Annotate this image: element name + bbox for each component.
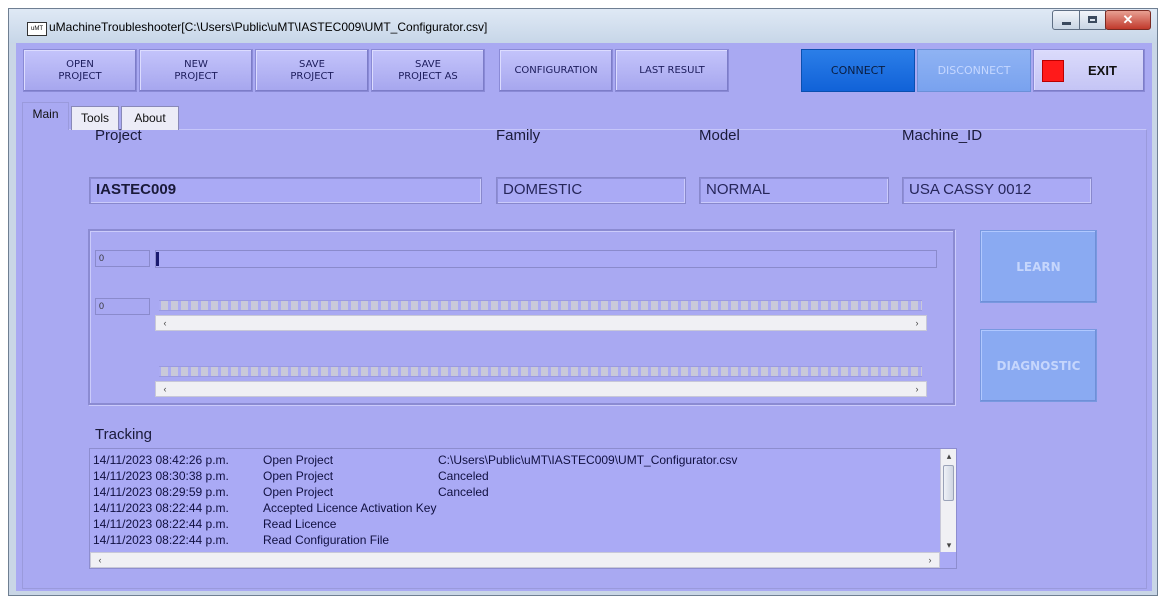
last-result-label: LAST RESULT (639, 64, 705, 76)
scroll-thumb[interactable] (943, 465, 954, 501)
log-event: Read Configuration File (263, 533, 390, 547)
configuration-button[interactable]: CONFIGURATION (499, 49, 613, 92)
model-label: Model (699, 127, 740, 144)
connect-label: CONNECT (830, 63, 886, 77)
minimize-icon (1062, 22, 1071, 25)
progress-index-field[interactable]: 0 (95, 250, 150, 267)
configuration-label: CONFIGURATION (514, 64, 598, 76)
chevron-right-icon[interactable]: › (923, 553, 937, 567)
family-label: Family (496, 127, 541, 144)
disconnect-button[interactable]: DISCONNECT (917, 49, 1031, 92)
disconnect-label: DISCONNECT (937, 63, 1011, 77)
log-event: Open Project (263, 485, 334, 499)
chevron-left-icon[interactable]: ‹ (93, 553, 107, 567)
project-field: IASTEC009 (89, 177, 482, 204)
exit-label: EXIT (1088, 62, 1117, 78)
minimize-button[interactable] (1052, 10, 1080, 30)
open-project-label: OPEN PROJECT (58, 58, 102, 82)
log-time: 14/11/2023 08:30:38 p.m. (93, 469, 229, 483)
chevron-down-icon[interactable]: ▾ (942, 538, 956, 552)
connect-button[interactable]: CONNECT (801, 49, 915, 92)
open-project-button[interactable]: OPEN PROJECT (23, 49, 137, 92)
progress-bar-fill (156, 252, 159, 266)
model-field: NORMAL (699, 177, 889, 204)
save-project-label: SAVE PROJECT (290, 58, 334, 82)
save-project-as-button[interactable]: SAVE PROJECT AS (371, 49, 485, 92)
array-scrollbar-1[interactable]: ‹ › (155, 315, 927, 331)
chevron-right-icon[interactable]: › (910, 316, 924, 330)
save-project-as-label: SAVE PROJECT AS (398, 58, 458, 82)
diagnostic-label: DIAGNOSTIC (996, 358, 1081, 373)
new-project-label: NEW PROJECT (174, 58, 218, 82)
chevron-left-icon[interactable]: ‹ (158, 382, 172, 396)
machine-id-label: Machine_ID (902, 127, 983, 144)
last-result-button[interactable]: LAST RESULT (615, 49, 729, 92)
log-time: 14/11/2023 08:29:59 p.m. (93, 485, 229, 499)
maximize-icon (1088, 16, 1097, 23)
tracking-log[interactable]: 14/11/2023 08:42:26 p.m. Open Project C:… (89, 448, 957, 569)
log-event: Read Licence (263, 517, 337, 531)
maximize-button[interactable] (1079, 10, 1106, 30)
log-event: Open Project (263, 453, 334, 467)
array-index-field[interactable]: 0 (95, 298, 150, 315)
close-icon: ✕ (1122, 12, 1134, 27)
exit-button[interactable]: EXIT (1033, 49, 1145, 92)
data-array-row-1 (159, 300, 922, 311)
log-detail: C:\Users\Public\uMT\IASTEC009\UMT_Config… (438, 453, 738, 467)
diagnostic-button[interactable]: DIAGNOSTIC (980, 329, 1097, 402)
app-window: uMT uMachineTroubleshooter[C:\Users\Publ… (8, 8, 1158, 596)
new-project-button[interactable]: NEW PROJECT (139, 49, 253, 92)
tracking-vscrollbar[interactable]: ▴ ▾ (940, 449, 956, 552)
log-time: 14/11/2023 08:22:44 p.m. (93, 501, 229, 515)
tracking-label: Tracking (95, 426, 152, 443)
title-bar[interactable]: uMT uMachineTroubleshooter[C:\Users\Publ… (9, 9, 1157, 43)
app-icon: uMT (27, 22, 47, 36)
exit-indicator-icon (1042, 59, 1064, 82)
machine-id-field: USA CASSY 0012 (902, 177, 1092, 204)
chevron-up-icon[interactable]: ▴ (942, 449, 956, 463)
log-time: 14/11/2023 08:42:26 p.m. (93, 453, 229, 467)
family-field: DOMESTIC (496, 177, 686, 204)
learn-button[interactable]: LEARN (980, 230, 1097, 303)
data-array-row-2 (159, 366, 922, 377)
log-event: Open Project (263, 469, 334, 483)
project-label: Project (95, 127, 142, 144)
close-button[interactable]: ✕ (1105, 10, 1151, 30)
log-detail: Canceled (438, 485, 489, 499)
log-detail: Canceled (438, 469, 489, 483)
chevron-left-icon[interactable]: ‹ (158, 316, 172, 330)
tab-main[interactable]: Main (22, 102, 69, 130)
log-time: 14/11/2023 08:22:44 p.m. (93, 533, 229, 547)
progress-bar (155, 250, 937, 268)
tracking-hscrollbar[interactable]: ‹ › (90, 552, 940, 568)
log-event: Accepted Licence Activation Key (263, 501, 437, 515)
chevron-right-icon[interactable]: › (910, 382, 924, 396)
save-project-button[interactable]: SAVE PROJECT (255, 49, 369, 92)
window-title: uMachineTroubleshooter[C:\Users\Public\u… (49, 20, 488, 34)
log-time: 14/11/2023 08:22:44 p.m. (93, 517, 229, 531)
array-scrollbar-2[interactable]: ‹ › (155, 381, 927, 397)
learn-label: LEARN (1016, 259, 1061, 274)
